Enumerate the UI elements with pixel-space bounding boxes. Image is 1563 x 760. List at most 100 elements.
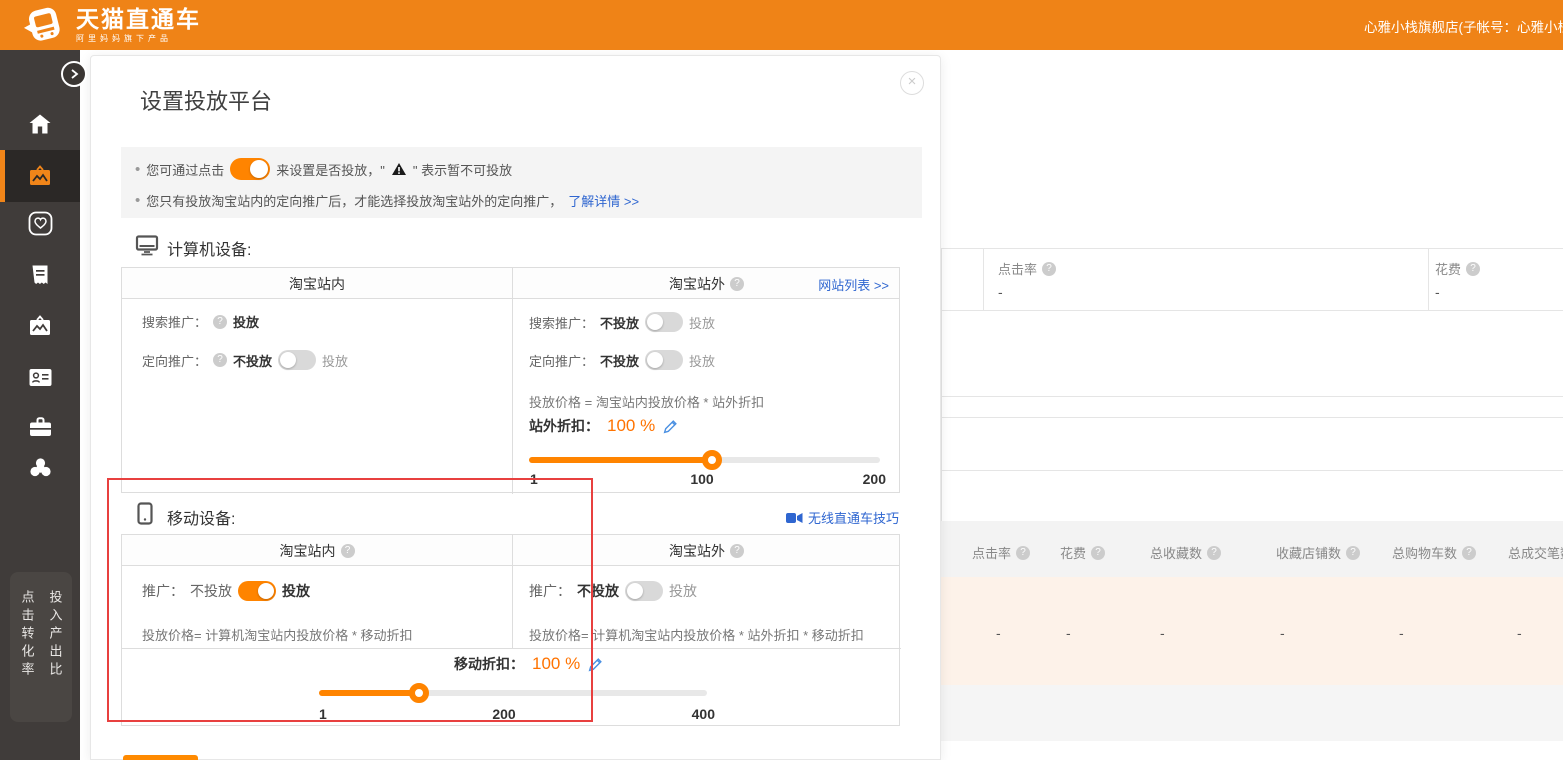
sidebar-item-report[interactable] xyxy=(0,255,80,295)
mobile-onsite-promo-toggle[interactable] xyxy=(238,581,276,601)
help-icon[interactable]: ? xyxy=(341,544,355,558)
bg-cell: - xyxy=(1517,625,1522,641)
bg-divider xyxy=(941,470,1563,471)
sidebar-item-tools[interactable] xyxy=(0,407,80,447)
apps-icon xyxy=(28,456,53,481)
edit-pencil-icon[interactable] xyxy=(588,657,603,672)
summary-metric-ctr: 点击率 ? xyxy=(998,259,1056,278)
computer-section-title: 计算机设备: xyxy=(167,236,251,260)
row-label: 搜索推广： xyxy=(142,312,207,331)
table-divider xyxy=(512,268,513,494)
offsite-price-formula: 投放价格 = 淘宝站内投放价格 * 站外折扣 xyxy=(529,392,764,411)
website-list-link[interactable]: 网站列表 >> xyxy=(818,275,889,294)
table-divider xyxy=(122,648,901,649)
mobile-offsite-promo-row: 推广： 不投放 投放 xyxy=(529,581,697,601)
sidebar-item-account[interactable] xyxy=(0,357,80,397)
help-icon[interactable]: ? xyxy=(213,353,227,367)
notice-text: 您可通过点击 xyxy=(146,160,224,179)
mobile-discount-slider[interactable] xyxy=(319,690,707,696)
row-label: 定向推广： xyxy=(529,351,594,370)
state-off-label: 不投放 xyxy=(190,581,232,601)
confirm-button[interactable] xyxy=(123,755,198,760)
bg-col-label: 总成交笔数 xyxy=(1508,543,1563,562)
notice-text: " 表示暂不可投放 xyxy=(413,160,512,179)
notice-text: 您只有投放淘宝站内的定向推广后，才能选择投放淘宝站外的定向推广， xyxy=(146,191,562,210)
slider-tick-mid: 100 xyxy=(682,471,722,487)
summary-metric-cost: 花费 ? xyxy=(1435,259,1480,278)
help-icon[interactable]: ? xyxy=(1346,546,1360,560)
slider-tick-min: 1 xyxy=(319,706,327,722)
bg-col-label: 花费 xyxy=(1060,543,1086,562)
sidebar-item-creative[interactable] xyxy=(0,306,80,346)
bg-table-row[interactable] xyxy=(941,685,1563,741)
edit-pencil-icon[interactable] xyxy=(663,419,678,434)
account-name[interactable]: 心雅小栈旗舰店(子帐号：心雅小栈 xyxy=(1364,16,1563,36)
col-label: 淘宝站外 xyxy=(669,274,725,294)
bg-divider xyxy=(941,248,942,521)
mobile-offsite-formula: 投放价格= 计算机淘宝站内投放价格 * 站外折扣 * 移动折扣 xyxy=(529,625,864,644)
help-icon[interactable]: ? xyxy=(213,315,227,329)
mobile-onsite-promo-row: 推广： 不投放 投放 xyxy=(142,581,310,601)
computer-icon xyxy=(135,235,159,256)
computer-offsite-target-row: 定向推广： 不投放 投放 xyxy=(529,350,715,370)
mobile-offsite-header: 淘宝站外 ? xyxy=(512,535,901,566)
bg-cell: - xyxy=(1280,625,1285,641)
sidebar-expand-button[interactable] xyxy=(61,61,87,87)
help-icon[interactable]: ? xyxy=(730,277,744,291)
sidebar-item-favorites[interactable] xyxy=(0,203,80,243)
warning-icon xyxy=(391,162,407,176)
campaign-icon xyxy=(27,164,53,188)
learn-more-link[interactable]: 了解详情 >> xyxy=(568,191,639,210)
computer-table: 淘宝站内 淘宝站外 ? 网站列表 >> 搜索推广： ? 投放 定向推广： ? 不… xyxy=(121,267,900,493)
sidebar-item-campaign-active[interactable] xyxy=(0,150,80,202)
computer-offsite-slider-handle[interactable] xyxy=(702,450,722,470)
state-on-label: 投放 xyxy=(689,313,715,332)
example-toggle[interactable] xyxy=(230,158,270,180)
sidebar-item-home[interactable] xyxy=(0,104,80,144)
help-icon[interactable]: ? xyxy=(1462,546,1476,560)
bg-divider xyxy=(1428,248,1429,310)
wireless-tips-link[interactable]: 无线直通车技巧 xyxy=(786,508,899,527)
app-header: 天猫直通车 阿里妈妈旗下产品 心雅小栈旗舰店(子帐号：心雅小栈 xyxy=(0,0,1563,50)
computer-onsite-target-toggle[interactable] xyxy=(278,350,316,370)
settings-dialog: × 设置投放平台 • 您可通过点击 来设置是否投放，" " 表示暂不可投放 • … xyxy=(90,55,941,760)
help-icon[interactable]: ? xyxy=(730,544,744,558)
active-indicator xyxy=(0,150,5,202)
bg-col-header: 总收藏数? xyxy=(1150,543,1221,562)
discount-label: 移动折扣： xyxy=(454,654,524,674)
state-off-label: 不投放 xyxy=(233,351,272,370)
bg-col-label: 总购物车数 xyxy=(1392,543,1457,562)
state-off-label: 不投放 xyxy=(600,313,639,332)
video-camera-icon xyxy=(786,512,803,524)
computer-offsite-search-toggle[interactable] xyxy=(645,312,683,332)
mobile-discount-row: 移动折扣： 100 % xyxy=(454,654,603,674)
state-on-label: 投放 xyxy=(669,581,697,601)
bg-divider xyxy=(941,417,1563,418)
slider-tick-max: 200 xyxy=(846,471,886,487)
help-icon[interactable]: ? xyxy=(1091,546,1105,560)
bg-divider xyxy=(941,396,1563,397)
home-icon xyxy=(28,113,52,135)
help-icon[interactable]: ? xyxy=(1207,546,1221,560)
help-icon[interactable]: ? xyxy=(1016,546,1030,560)
app-logo[interactable]: 天猫直通车 阿里妈妈旗下产品 xyxy=(22,3,201,47)
sidebar-item-apps[interactable] xyxy=(0,448,80,488)
computer-offsite-search-row: 搜索推广： 不投放 投放 xyxy=(529,312,715,332)
bg-divider xyxy=(983,248,984,310)
notice-text: 来设置是否投放，" xyxy=(276,160,385,179)
mobile-slider-handle[interactable] xyxy=(409,683,429,703)
computer-offsite-target-toggle[interactable] xyxy=(645,350,683,370)
mobile-offsite-promo-toggle[interactable] xyxy=(625,581,663,601)
help-icon[interactable]: ? xyxy=(1042,262,1056,276)
bg-table-row[interactable] xyxy=(941,577,1563,685)
row-label: 定向推广： xyxy=(142,351,207,370)
close-icon[interactable]: × xyxy=(900,71,924,95)
state-on-label: 投放 xyxy=(322,351,348,370)
bg-col-label: 总收藏数 xyxy=(1150,543,1202,562)
help-icon[interactable]: ? xyxy=(1466,262,1480,276)
computer-onsite-search-row: 搜索推广： ? 投放 xyxy=(142,312,259,331)
bg-cell: - xyxy=(1066,625,1071,641)
col-label: 淘宝站内 xyxy=(280,541,336,561)
sidebar: 点击转化率 投入产出比 xyxy=(0,50,80,760)
sidebar-metrics-box[interactable]: 点击转化率 投入产出比 xyxy=(10,572,72,722)
